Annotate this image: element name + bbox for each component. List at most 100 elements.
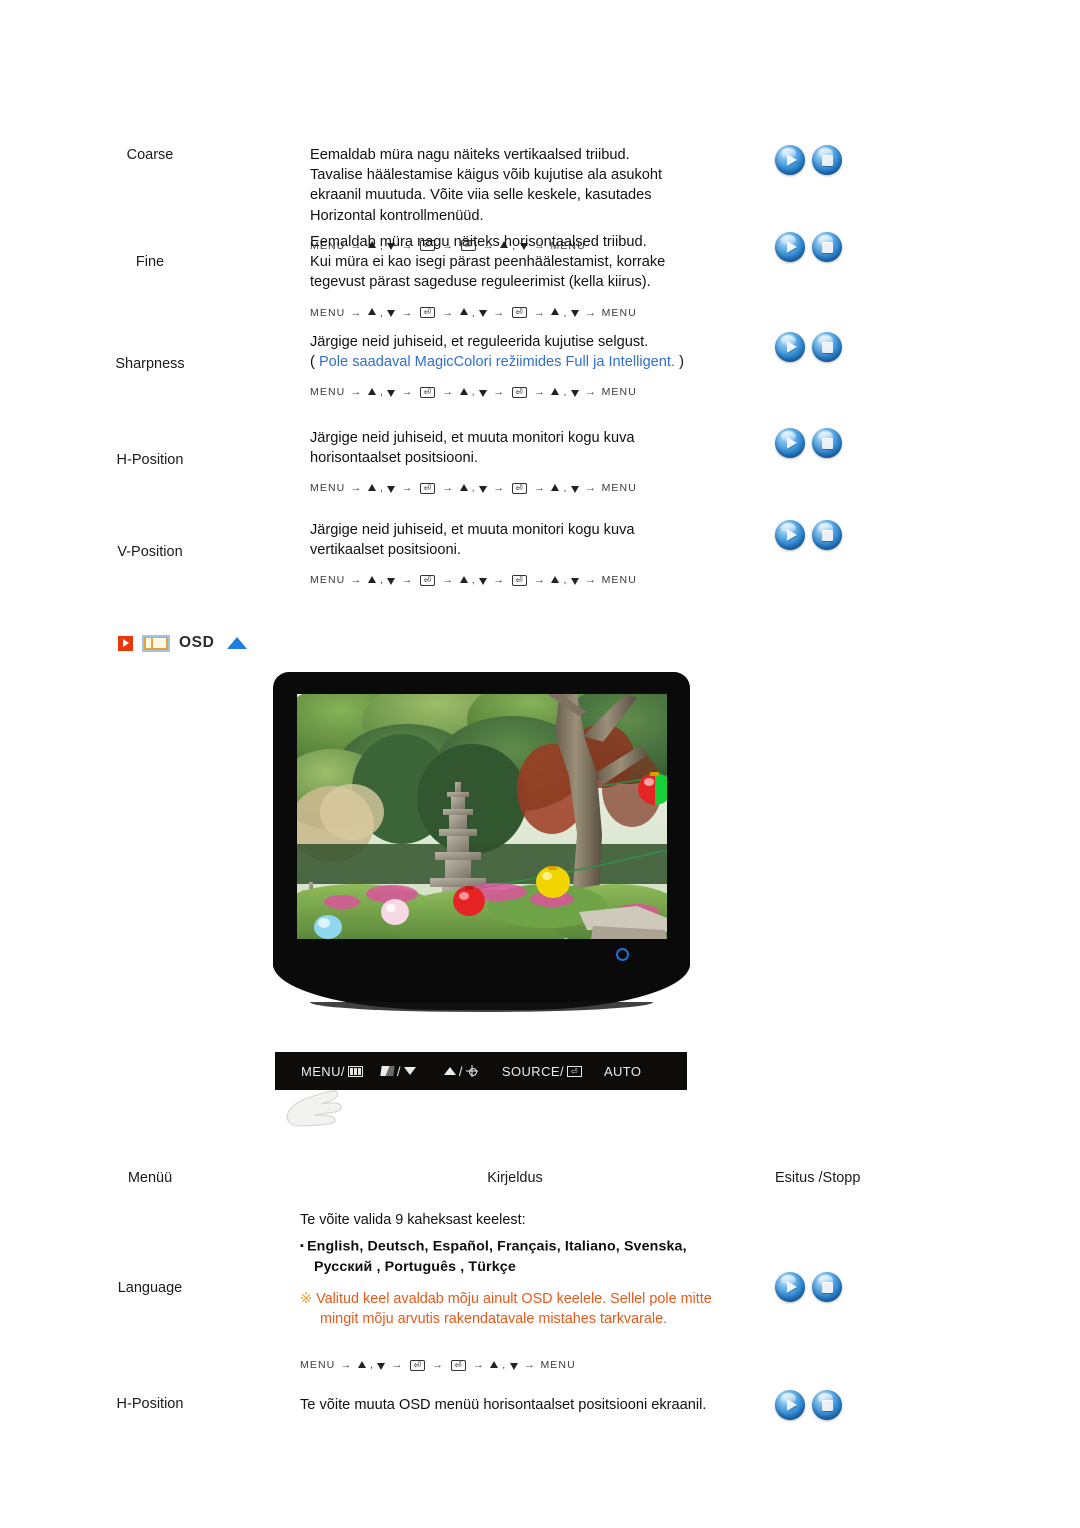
nav-menu-token: MENU: [601, 574, 637, 587]
enter-key-icon: ⏎: [450, 1359, 466, 1371]
up-arrow-icon: [459, 308, 468, 316]
menu-button[interactable]: MENU/: [301, 1064, 363, 1079]
enter-key-icon: ⏎: [511, 482, 527, 494]
nav-menu-token: MENU: [601, 386, 637, 399]
paren-open: (: [310, 354, 315, 371]
stop-button[interactable]: [812, 332, 842, 362]
down-arrow-icon: [387, 577, 396, 585]
play-stop-cell: [750, 1210, 1030, 1302]
language-list: ▪ English, Deutsch, Español, Français, It…: [300, 1236, 750, 1257]
menu-label-osd-h-position: H-Position: [116, 1396, 184, 1412]
up-arrow-icon: [367, 308, 376, 316]
up-arrow-icon: [367, 483, 376, 491]
power-led-indicator: [616, 948, 629, 961]
stop-button[interactable]: [812, 428, 842, 458]
desc-line: Horizontal kontrollmenüüd.: [310, 207, 484, 224]
red-play-icon: [118, 635, 133, 651]
osd-table-header: Menüü Kirjeldus Esitus /Stopp: [0, 1170, 1080, 1186]
stop-button[interactable]: [812, 1272, 842, 1302]
nav-sequence: MENU →, → ⏎ → ⏎ →, → MENU: [300, 1359, 576, 1372]
up-arrow-icon: [367, 387, 376, 395]
play-button[interactable]: [775, 145, 805, 175]
window-icon: [142, 634, 170, 652]
description-fine: Eemaldab müra nagu näiteks horisontaalse…: [300, 232, 730, 319]
nav-sequence: MENU →, → ⏎ →, → ⏎ →, → MENU: [310, 574, 637, 587]
blue-up-arrow-icon[interactable]: [227, 637, 248, 649]
down-arrow-icon: [387, 389, 396, 397]
warning-text-1: Valitud keel avaldab mõju ainult OSD kee…: [316, 1291, 712, 1308]
paren-close: ): [679, 354, 684, 371]
desc-line: ekraanil muutuda. Võite viia selle keske…: [310, 187, 652, 204]
nav-menu-token: MENU: [300, 1359, 336, 1372]
desc-note-line: ( Pole saadaval MagicColori režiimides F…: [310, 352, 730, 372]
down-arrow-icon: [377, 1362, 386, 1370]
down-arrow-icon: [387, 310, 396, 318]
column-header-description: Kirjeldus: [487, 1170, 543, 1186]
hand-cursor-icon: [286, 1090, 342, 1127]
contrast-icon: [380, 1066, 395, 1076]
down-arrow-icon: [479, 310, 488, 318]
desc-line: vertikaalset positsiooni.: [310, 542, 461, 559]
desc-line: tegevust pärast sageduse reguleerimist (…: [310, 274, 651, 291]
up-arrow-icon: [551, 483, 560, 491]
desc-line: Järgige neid juhiseid, et muuta monitori…: [310, 430, 635, 446]
up-arrow-icon: [367, 575, 376, 583]
nav-menu-token: MENU: [601, 306, 637, 319]
up-arrow-icon: [551, 308, 560, 316]
description-v-position: Järgige neid juhiseid, et muuta monitori…: [300, 520, 730, 586]
warning-mark-icon: ※: [300, 1291, 313, 1308]
menu-label-fine: Fine: [135, 254, 165, 270]
monitor-screen: [297, 694, 667, 939]
description-osd-h-position: Te võite muuta OSD menüü horisontaalset …: [300, 1390, 750, 1415]
desc-line: Järgige neid juhiseid, et reguleerida ku…: [310, 334, 649, 350]
table-row: Sharpness Järgige neid juhiseid, et regu…: [0, 332, 1080, 398]
bullet-icon: ▪: [300, 1240, 305, 1252]
play-stop-cell: [730, 428, 1030, 458]
play-button[interactable]: [775, 332, 805, 362]
auto-button[interactable]: AUTO: [604, 1064, 641, 1079]
slash-separator: /: [396, 1063, 401, 1079]
play-button[interactable]: [775, 1272, 805, 1302]
menu-grid-icon: [347, 1065, 363, 1077]
play-stop-cell: [730, 332, 1030, 362]
table-row: V-Position Järgige neid juhiseid, et muu…: [0, 520, 1080, 586]
play-button[interactable]: [775, 520, 805, 550]
menu-button-label: MENU/: [301, 1063, 345, 1079]
down-arrow-icon: [403, 1067, 416, 1075]
enter-key-icon: ⏎: [420, 574, 436, 586]
down-arrow-icon: [479, 389, 488, 397]
brightness-sun-icon: [465, 1065, 478, 1077]
enter-key-icon: ⏎: [566, 1065, 582, 1077]
note-text: Pole saadaval MagicColori režiimides Ful…: [318, 354, 676, 371]
osd-title: OSD: [179, 634, 215, 651]
stop-button[interactable]: [812, 520, 842, 550]
desc-line: Järgige neid juhiseid, et muuta monitori…: [310, 522, 635, 538]
up-arrow-icon: [490, 1360, 499, 1368]
play-button[interactable]: [775, 428, 805, 458]
nav-menu-token: MENU: [310, 386, 346, 399]
play-button[interactable]: [775, 1390, 805, 1420]
up-arrow-icon: [551, 387, 560, 395]
down-arrow-icon: [570, 577, 579, 585]
menu-label-sharpness: Sharpness: [115, 356, 185, 372]
stop-button[interactable]: [812, 145, 842, 175]
stop-button[interactable]: [812, 1390, 842, 1420]
column-header-menu: Menüü: [127, 1170, 173, 1186]
source-button[interactable]: SOURCE/ ⏎: [502, 1064, 582, 1079]
up-arrow-icon: [443, 1067, 456, 1075]
desc-line: Eemaldab müra nagu näiteks vertikaalsed …: [310, 147, 630, 163]
nav-sequence: MENU →, → ⏎ →, → ⏎ →, → MENU: [310, 386, 637, 399]
down-arrow-icon: [387, 485, 396, 493]
monitor-button-bar: MENU/ / / SOURCE/ ⏎ AUTO: [275, 1052, 687, 1090]
enter-key-icon: ⏎: [511, 307, 527, 319]
play-stop-cell: [730, 232, 1030, 262]
contrast-down-button[interactable]: /: [380, 1063, 416, 1079]
menu-label-h-position: H-Position: [116, 452, 184, 468]
brightness-up-button[interactable]: /: [443, 1064, 478, 1079]
osd-section-header: OSD: [118, 634, 248, 652]
play-button[interactable]: [775, 232, 805, 262]
garden-photo: [297, 694, 667, 939]
stop-button[interactable]: [812, 232, 842, 262]
down-arrow-icon: [479, 485, 488, 493]
menu-label-language: Language: [117, 1280, 183, 1296]
